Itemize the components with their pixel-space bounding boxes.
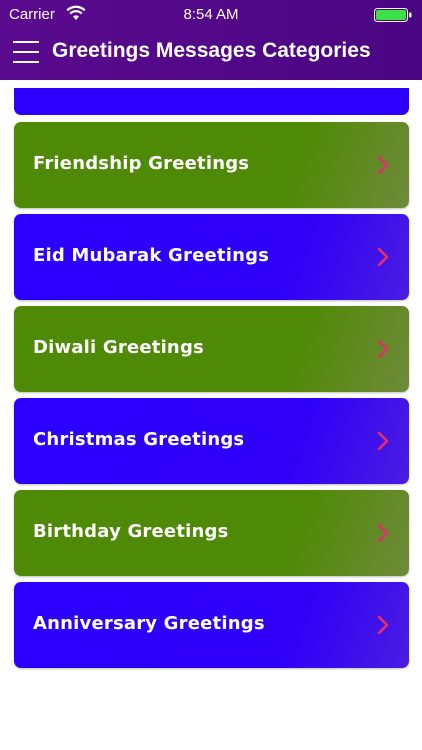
category-card[interactable]: Christmas Greetings bbox=[14, 398, 409, 484]
category-label: Diwali Greetings bbox=[33, 337, 204, 358]
chevron-right-icon bbox=[377, 431, 389, 451]
status-time: 8:54 AM bbox=[183, 6, 239, 23]
chevron-right-icon bbox=[377, 523, 389, 543]
category-label: Christmas Greetings bbox=[33, 429, 245, 450]
status-bar: Carrier 8:54 AM bbox=[0, 0, 422, 30]
hamburger-menu-icon[interactable] bbox=[13, 38, 39, 66]
category-label: Birthday Greetings bbox=[33, 521, 229, 542]
chevron-right-icon bbox=[377, 339, 389, 359]
page-title: Greetings Messages Categories bbox=[52, 39, 371, 62]
category-card[interactable]: Diwali Greetings bbox=[14, 306, 409, 392]
category-list[interactable]: Friendship Greetings Eid Mubarak Greeting… bbox=[0, 80, 422, 750]
category-label: Friendship Greetings bbox=[33, 153, 250, 174]
category-card[interactable]: Anniversary Greetings bbox=[14, 582, 409, 668]
category-card[interactable]: Eid Mubarak Greetings bbox=[14, 214, 409, 300]
chevron-right-icon bbox=[377, 615, 389, 635]
category-label: Anniversary Greetings bbox=[33, 613, 265, 634]
category-label: Eid Mubarak Greetings bbox=[33, 245, 270, 266]
app-header: Carrier 8:54 AM Greetings Messages Categ… bbox=[0, 0, 422, 80]
navigation-bar: Greetings Messages Categories bbox=[0, 30, 422, 80]
chevron-right-icon bbox=[377, 247, 389, 267]
category-card[interactable]: Birthday Greetings bbox=[14, 490, 409, 576]
battery-icon bbox=[374, 8, 412, 22]
category-card[interactable]: Friendship Greetings bbox=[14, 122, 409, 208]
chevron-right-icon bbox=[377, 155, 389, 175]
category-card-partial[interactable] bbox=[14, 88, 409, 115]
